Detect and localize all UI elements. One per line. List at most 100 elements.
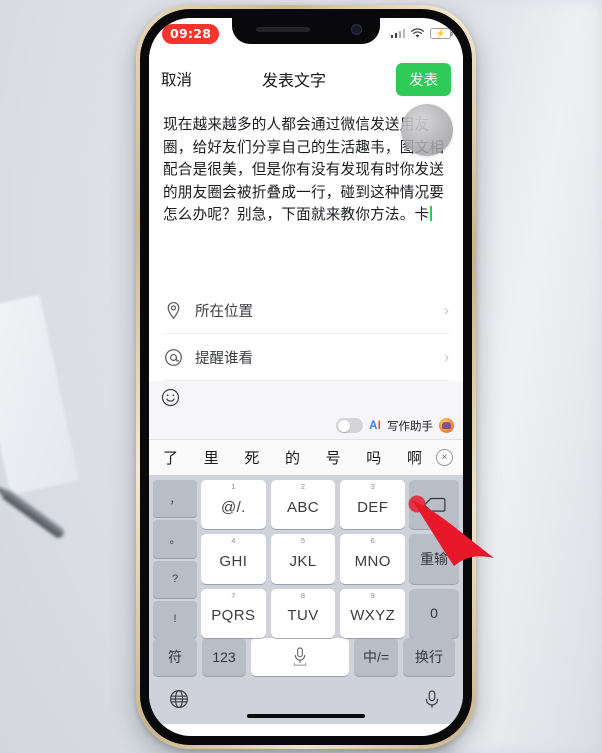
ai-assistant-bar: AI 写作助手 bbox=[149, 414, 463, 439]
keyboard-bottom-wrap: 符 123 中/= 换行 bbox=[149, 638, 463, 682]
key-number: 1 bbox=[231, 482, 236, 491]
emoji-toolbar bbox=[149, 381, 463, 414]
option-row-mention[interactable]: 提醒谁看 › bbox=[163, 334, 449, 381]
smiley-face-icon[interactable] bbox=[161, 388, 180, 407]
status-bar: 09:28 ⚡ bbox=[149, 18, 463, 56]
symbol-key[interactable]: 符 bbox=[153, 638, 197, 676]
redo-key[interactable]: 重输 bbox=[409, 534, 459, 584]
space-mic-key[interactable] bbox=[251, 638, 349, 676]
keyboard-row: 7 PQRS 8 TUV 9 WXYZ bbox=[201, 588, 406, 638]
key-number: 7 bbox=[231, 590, 236, 600]
key-3[interactable]: 3 DEF bbox=[340, 480, 406, 530]
option-label-location: 所在位置 bbox=[195, 303, 253, 320]
candidate-item[interactable]: 了 bbox=[163, 447, 178, 468]
front-camera bbox=[351, 24, 362, 35]
desk-paper bbox=[0, 294, 79, 496]
key-number: 9 bbox=[370, 590, 375, 600]
candidate-list: 了 里 死 的 号 吗 啊 bbox=[163, 447, 436, 468]
key-number: 3 bbox=[370, 482, 375, 491]
key-letters: @/. bbox=[220, 498, 246, 516]
chevron-right-icon: › bbox=[444, 348, 449, 366]
key-letters: ABC bbox=[286, 498, 320, 516]
ai-assistant-badge-icon[interactable] bbox=[439, 418, 454, 433]
ai-toggle-switch[interactable] bbox=[336, 418, 364, 433]
keyboard-bottom-row: 符 123 中/= 换行 bbox=[153, 638, 459, 676]
text-caret bbox=[430, 206, 432, 221]
navigation-bar: 取消 发表文字 发表 bbox=[149, 56, 463, 102]
candidate-item[interactable]: 啊 bbox=[407, 447, 422, 468]
key-letters: JKL bbox=[289, 552, 317, 570]
option-label-mention: 提醒谁看 bbox=[195, 350, 253, 367]
ai-assistant-label: 写作助手 bbox=[387, 420, 433, 433]
key-letters: PQRS bbox=[211, 607, 256, 625]
location-pin-icon bbox=[163, 300, 183, 320]
candidate-item[interactable]: 号 bbox=[326, 447, 341, 468]
keyboard-home-bar bbox=[149, 682, 463, 724]
wifi-icon bbox=[411, 28, 424, 38]
key-letters: DEF bbox=[357, 498, 389, 516]
options-list: 所在位置 › 提醒谁看 › bbox=[149, 287, 463, 381]
ai-logo-text: AI bbox=[369, 419, 381, 432]
candidate-item[interactable]: 里 bbox=[204, 447, 219, 468]
candidate-item[interactable]: 的 bbox=[285, 447, 300, 468]
status-time: 09:28 bbox=[162, 24, 220, 44]
cellular-signal-icon bbox=[390, 29, 405, 38]
notch bbox=[232, 18, 380, 44]
key-7[interactable]: 7 PQRS bbox=[201, 588, 266, 638]
keyboard-row: 4 GHI 5 JKL 6 MNO bbox=[201, 534, 406, 584]
post-button[interactable]: 发表 bbox=[396, 62, 451, 96]
microphone-icon[interactable] bbox=[423, 689, 443, 709]
key-1[interactable]: 1 @/. bbox=[201, 480, 266, 530]
zero-key[interactable]: 0 bbox=[409, 588, 459, 638]
newline-key[interactable]: 换行 bbox=[403, 638, 455, 676]
key-letters: GHI bbox=[219, 552, 248, 570]
earpiece-speaker bbox=[256, 27, 310, 32]
key-9[interactable]: 9 WXYZ bbox=[340, 588, 406, 638]
pen-barrel bbox=[1, 488, 67, 540]
key-number: 2 bbox=[300, 482, 306, 491]
backspace-icon bbox=[422, 497, 445, 512]
compose-area[interactable]: 现在越来越多的人都会通过微信发送用友圈，给好友们分享自己的生活趣韦，图文相配合是… bbox=[149, 102, 463, 287]
page-title: 发表文字 bbox=[262, 73, 327, 90]
key-number: 6 bbox=[370, 536, 375, 546]
key-6[interactable]: 6 MNO bbox=[340, 534, 406, 584]
key-question[interactable]: ? bbox=[153, 560, 197, 598]
phone-bezel: 09:28 ⚡ 取消 发表文字 发表 现在越来越多的人都会通过微信发送用友圈，给… bbox=[140, 9, 472, 745]
keyboard: ， 。 ? ! 1 @/. 2 ABC 3 DEF 4 GHI 5 JKL 6 … bbox=[149, 475, 463, 638]
numeric-key[interactable]: 123 bbox=[202, 638, 246, 676]
keyboard-main-grid: 1 @/. 2 ABC 3 DEF 4 GHI 5 JKL 6 MNO 7 PQ… bbox=[201, 480, 406, 638]
keyboard-right-column: 重输 0 bbox=[409, 480, 459, 638]
option-row-location[interactable]: 所在位置 › bbox=[163, 287, 449, 334]
key-exclamation[interactable]: ! bbox=[153, 600, 197, 638]
key-2[interactable]: 2 ABC bbox=[270, 480, 336, 530]
key-letters: MNO bbox=[354, 552, 391, 570]
key-period[interactable]: 。 bbox=[153, 520, 197, 558]
at-mention-icon bbox=[163, 347, 183, 367]
key-4[interactable]: 4 GHI bbox=[201, 534, 266, 584]
assistive-touch-ball[interactable] bbox=[401, 104, 453, 156]
key-number: 8 bbox=[300, 590, 306, 600]
candidate-bar: 了 里 死 的 号 吗 啊 × bbox=[149, 439, 463, 475]
chevron-right-icon: › bbox=[444, 301, 449, 319]
key-comma[interactable]: ， bbox=[153, 480, 197, 518]
key-8[interactable]: 8 TUV bbox=[270, 588, 336, 638]
delete-key[interactable] bbox=[409, 480, 459, 530]
keyboard-row: 1 @/. 2 ABC 3 DEF bbox=[201, 480, 406, 530]
key-5[interactable]: 5 JKL bbox=[270, 534, 336, 584]
close-icon[interactable]: × bbox=[436, 449, 453, 466]
phone-screen: 09:28 ⚡ 取消 发表文字 发表 现在越来越多的人都会通过微信发送用友圈，给… bbox=[149, 18, 463, 736]
cancel-button[interactable]: 取消 bbox=[161, 68, 192, 90]
globe-icon[interactable] bbox=[169, 689, 189, 709]
key-number: 4 bbox=[231, 536, 236, 546]
punctuation-column: ， 。 ? ! bbox=[153, 480, 197, 638]
candidate-item[interactable]: 死 bbox=[244, 447, 259, 468]
phone-device: 09:28 ⚡ 取消 发表文字 发表 现在越来越多的人都会通过微信发送用友圈，给… bbox=[136, 5, 476, 749]
home-indicator bbox=[247, 714, 365, 718]
microphone-icon bbox=[293, 647, 307, 666]
candidate-item[interactable]: 吗 bbox=[366, 447, 381, 468]
key-letters: TUV bbox=[287, 607, 319, 625]
key-letters: WXYZ bbox=[350, 607, 396, 625]
battery-charging-icon: ⚡ bbox=[430, 28, 454, 39]
language-key[interactable]: 中/= bbox=[354, 638, 398, 676]
key-number: 5 bbox=[300, 536, 306, 546]
